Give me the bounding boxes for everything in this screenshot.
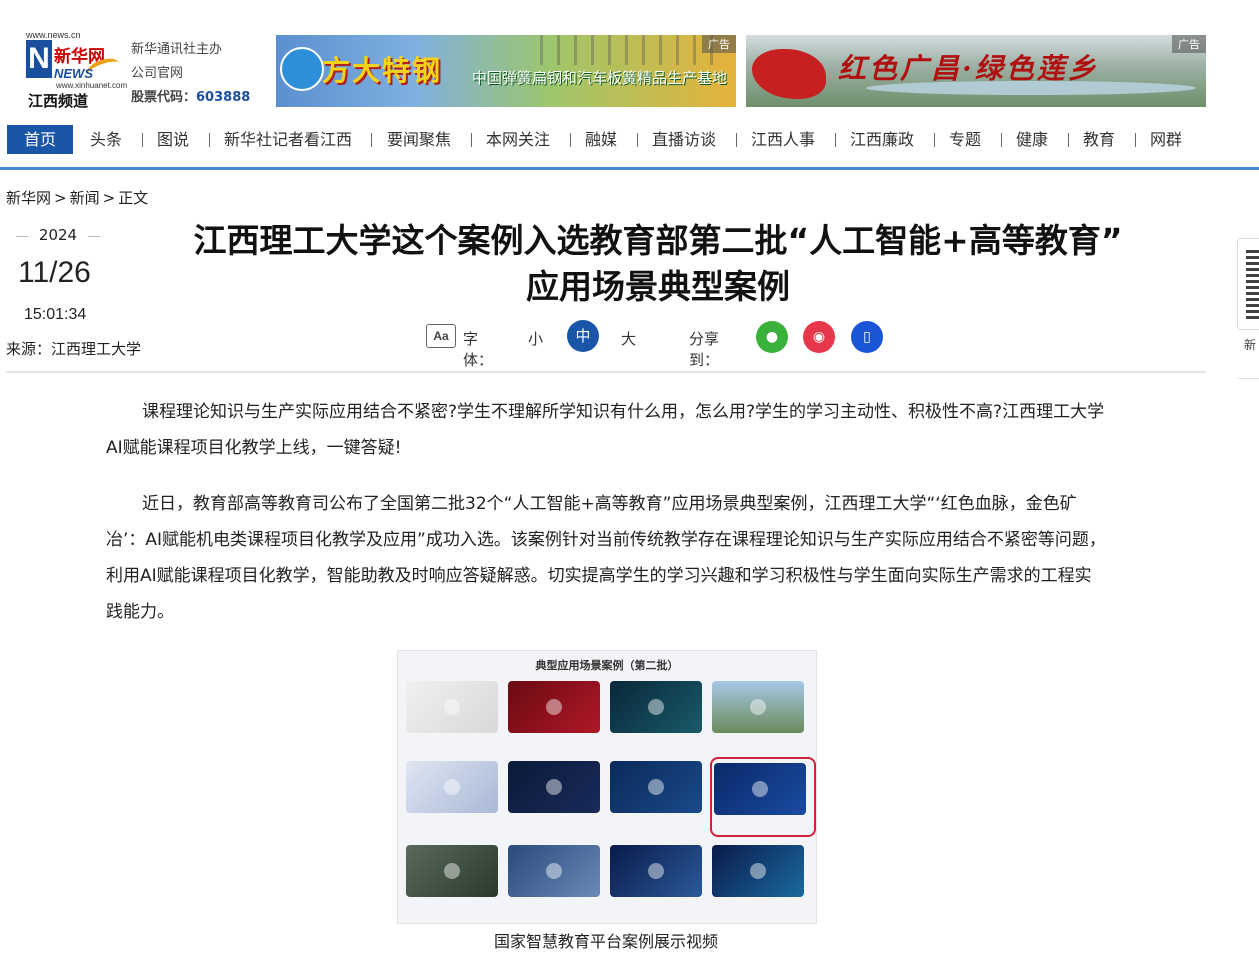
article-image[interactable]: 典型应用场景案例（第二批） [397,650,817,924]
ad-map-graphic [752,49,826,99]
breadcrumb-news[interactable]: 新闻 [70,189,100,207]
nav-underline [0,167,1259,170]
ad-title: 红色广昌·绿色莲乡 [838,52,1099,85]
side-label: 新 [1244,338,1257,352]
nav-separator [1135,133,1136,147]
article-paragraph: 课程理论知识与生产实际应用结合不紧密?学生不理解所学知识有什么用，怎么用?学生的… [106,402,1105,458]
play-icon [750,699,766,715]
weibo-share-icon[interactable]: ◉ [803,321,835,353]
nav-item-home[interactable]: 首页 [7,125,73,154]
logo-channel: 江西频道 [28,92,89,110]
nav-separator [934,133,935,147]
breadcrumb: 新华网 > 新闻 > 正文 [6,187,151,208]
nav-item-photos[interactable]: 图说 [157,125,189,154]
nav-separator [1001,133,1002,147]
org-sponsor: 新华通讯社主办 [131,42,223,57]
ad-globe-icon [280,47,324,91]
nav-separator [637,133,638,147]
qr-code-panel[interactable] [1237,238,1259,330]
title-divider [6,371,1206,373]
main-nav: 首页 头条 图说 新华社记者看江西 要闻聚焦 本网关注 融媒 直播访谈 江西人事… [0,125,1259,155]
ad-title: 方大特钢 [322,54,443,87]
logo-n-mark: N [26,40,52,78]
ad-tag: 广告 [702,35,736,53]
stock-code[interactable]: 603888 [196,90,250,105]
org-info: 新华通讯社主办 公司官网 股票代码：603888 [131,38,250,110]
company-site-link[interactable]: 公司官网 [131,62,250,86]
nav-item-attention[interactable]: 本网关注 [486,125,550,154]
nav-separator [142,133,143,147]
article-source: 来源：江西理工大学 [6,340,142,358]
article-title-line1: 江西理工大学这个案例入选教育部第二批“人工智能+高等教育” [193,221,1123,260]
play-icon [752,781,768,797]
nav-item-personnel[interactable]: 江西人事 [751,125,815,154]
font-large-button[interactable]: 大 [621,328,636,349]
article-paragraph: 近日，教育部高等教育司公布了全国第二批32个“人工智能+高等教育”应用场景典型案… [106,494,1106,622]
nav-separator [570,133,571,147]
mobile-share-icon[interactable]: ▯ [851,321,883,353]
play-icon [648,863,664,879]
play-icon [750,863,766,879]
logo-brand-en: NEWS [54,66,93,81]
nav-item-headlines[interactable]: 头条 [90,125,122,154]
figure-caption: 国家智慧教育平台案例展示视频 [493,932,718,951]
xinhua-logo[interactable]: www.news.cn N 新华网 NEWS www.xinhuanet.com… [26,30,127,110]
font-small-button[interactable]: 小 [528,328,543,349]
highlight-frame [710,757,816,837]
nav-item-reporters[interactable]: 新华社记者看江西 [224,125,352,154]
side-divider [1238,378,1259,379]
nav-item-network[interactable]: 网群 [1150,125,1182,154]
ad-banner-guangchang[interactable]: 红色广昌·绿色莲乡 广告 [746,35,1206,107]
nav-item-health[interactable]: 健康 [1016,125,1048,154]
breadcrumb-home[interactable]: 新华网 [6,189,51,207]
nav-item-integrity[interactable]: 江西廉政 [850,125,914,154]
font-size-icon: Aa [426,324,456,348]
publish-time: 15:01:34 [24,306,87,323]
publish-date: 11/26 [18,256,91,289]
ad-banner-fangda[interactable]: 方大特钢 中国弹簧扁钢和汽车板簧精品生产基地 广告 [276,35,736,107]
stock-info: 股票代码：603888 [131,86,250,110]
qr-code-icon [1246,249,1259,319]
play-icon [444,699,460,715]
play-icon [546,779,562,795]
share-label: 分享到： [689,330,720,369]
font-label: 字体： [463,330,494,369]
breadcrumb-sep: > [102,189,116,207]
breadcrumb-current: 正文 [118,189,149,207]
ad-subtitle: 中国弹簧扁钢和汽车板簧精品生产基地 [472,69,728,87]
breadcrumb-sep: > [54,189,67,207]
figure-title: 典型应用场景案例（第二批） [535,659,679,672]
logo-url: www.news.cn [26,30,81,40]
publish-year: 2024 [16,226,100,244]
wechat-share-icon[interactable]: ● [756,321,788,353]
nav-item-education[interactable]: 教育 [1083,125,1115,154]
nav-item-media[interactable]: 融媒 [585,125,617,154]
nav-item-focus[interactable]: 要闻聚焦 [387,125,451,154]
play-icon [546,699,562,715]
nav-separator [835,133,836,147]
play-icon [546,863,562,879]
font-medium-button[interactable]: 中 [567,320,599,352]
nav-separator [209,133,210,147]
logo-sub-url: www.xinhuanet.com [56,81,128,90]
nav-separator [371,133,372,147]
play-icon [444,779,460,795]
article-title-line2: 应用场景典型案例 [526,267,790,306]
ad-tag: 广告 [1172,35,1206,53]
nav-separator [736,133,737,147]
article-title: 江西理工大学这个案例入选教育部第二批“人工智能+高等教育” 应用场景典型案例 [150,218,1166,310]
nav-item-topics[interactable]: 专题 [949,125,981,154]
play-icon [648,779,664,795]
stock-label: 股票代码： [131,90,197,105]
play-icon [648,699,664,715]
play-icon [444,863,460,879]
ad-factory-graphic [526,35,726,65]
nav-item-live[interactable]: 直播访谈 [652,125,716,154]
nav-separator [471,133,472,147]
nav-separator [1068,133,1069,147]
